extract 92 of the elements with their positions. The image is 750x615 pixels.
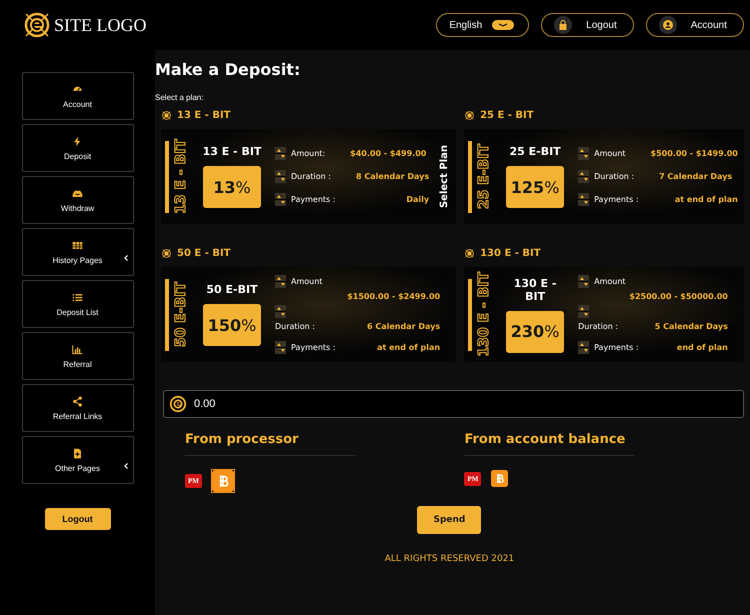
plan-name: 130 E - BIT bbox=[480, 248, 541, 259]
amount-label: Amount bbox=[594, 277, 626, 286]
payments-label: Payments : bbox=[291, 195, 336, 204]
sidebar-item[interactable]: Account bbox=[22, 72, 134, 120]
language-selector[interactable]: English bbox=[436, 13, 530, 37]
logo-text: SITE LOGO bbox=[54, 14, 146, 36]
arrows-icon bbox=[275, 193, 286, 206]
arrows-icon bbox=[578, 275, 590, 288]
section-heading: From processor bbox=[185, 432, 355, 456]
plan-card[interactable]: 130 E - BIT 130 E - BIT 230% Amount $2500.00 - $50000.00 Duration : 5 Calendar Days Payments : end of plan bbox=[464, 267, 744, 362]
page-title: Make a Deposit: bbox=[155, 60, 302, 79]
share-icon bbox=[72, 396, 83, 406]
logo-icon bbox=[22, 10, 52, 40]
rate-badge: 150% bbox=[203, 304, 261, 346]
arrows-icon bbox=[275, 275, 286, 288]
table-icon bbox=[72, 240, 83, 250]
spend-button[interactable]: Spend bbox=[417, 506, 482, 534]
amount-value: $1500.00 - $2499.00 bbox=[346, 292, 442, 301]
arrows-icon bbox=[578, 305, 590, 318]
arrows-icon bbox=[275, 341, 286, 354]
sidebar-item[interactable]: Deposit List bbox=[22, 280, 134, 328]
logout-button[interactable]: Logout bbox=[541, 13, 634, 37]
bitcoin-icon[interactable] bbox=[212, 470, 234, 492]
lightning-icon bbox=[72, 136, 83, 146]
amount-field[interactable]: 0.00 bbox=[163, 390, 744, 418]
payments-value: end of plan bbox=[676, 343, 729, 352]
duration-label: Duration : bbox=[578, 322, 618, 331]
plan-side-label: 50 E-BIT bbox=[173, 282, 189, 348]
arrows-icon bbox=[275, 305, 286, 318]
dropdown-toggle-icon bbox=[492, 20, 514, 30]
plan-title: 50 E-BIT bbox=[206, 283, 258, 296]
arrows-icon bbox=[578, 341, 590, 354]
emblem-icon bbox=[464, 110, 476, 121]
plan-name: 25 E - BIT bbox=[480, 110, 534, 121]
logout-button[interactable]: Logout bbox=[44, 508, 110, 530]
plan-side-label: 25 E-BIT bbox=[476, 144, 492, 210]
select-plan-label[interactable]: Select Plan bbox=[439, 144, 450, 208]
bar-chart-icon bbox=[72, 344, 83, 354]
sidebar-item[interactable]: Referral bbox=[22, 332, 134, 380]
payments-label: Payments : bbox=[594, 195, 639, 204]
amount-value: $2500.00 - $50000.00 bbox=[628, 292, 729, 301]
duration-value: 8 Calendar Days bbox=[356, 172, 430, 181]
amount-label: Amount: bbox=[291, 149, 326, 158]
plan-title: 25 E-BIT bbox=[509, 145, 561, 158]
amount-value: $40.00 - $499.00 bbox=[350, 149, 426, 158]
sidebar-item[interactable]: History Pages bbox=[22, 228, 134, 276]
amount-label: Amount bbox=[594, 149, 626, 158]
sidebar-item[interactable]: Referral Links bbox=[22, 384, 134, 432]
duration-value: 6 Calendar Days bbox=[366, 322, 442, 331]
list-icon bbox=[72, 292, 83, 302]
emblem-icon bbox=[161, 248, 172, 259]
rate-badge: 13% bbox=[203, 166, 261, 208]
arrows-icon bbox=[578, 193, 590, 206]
plan-side-label: 130 E - BIT bbox=[476, 272, 492, 357]
plan-side-label: 13 E - BIT bbox=[173, 139, 189, 214]
sidebar-item[interactable]: Deposit bbox=[22, 124, 134, 172]
user-icon bbox=[658, 16, 677, 34]
payments-value: at end of plan bbox=[674, 195, 738, 204]
payments-label: Payments : bbox=[594, 343, 639, 352]
footer-text: ALL RIGHTS RESERVED 2021 bbox=[384, 554, 516, 564]
arrows-icon bbox=[578, 170, 590, 183]
plan-name: 50 E - BIT bbox=[177, 248, 231, 259]
lock-icon bbox=[554, 16, 572, 34]
emblem-icon bbox=[464, 248, 476, 259]
account-button[interactable]: Account bbox=[646, 13, 744, 37]
rate-badge: 230% bbox=[506, 310, 564, 352]
amount-value: $500.00 - $1499.00 bbox=[650, 149, 738, 158]
bitcoin-icon[interactable] bbox=[491, 470, 508, 487]
file-plus-icon bbox=[72, 448, 83, 458]
duration-label: Duration : bbox=[291, 172, 331, 181]
amount-label: Amount bbox=[291, 277, 322, 286]
payments-label: Payments : bbox=[291, 343, 336, 352]
duration-value: 7 Calendar Days bbox=[659, 172, 732, 181]
arrows-icon bbox=[578, 147, 590, 160]
payments-value: at end of plan bbox=[377, 343, 442, 352]
sidebar-item[interactable]: Other Pages bbox=[22, 436, 134, 484]
duration-value: 5 Calendar Days bbox=[654, 322, 729, 331]
duration-label: Duration : bbox=[594, 172, 634, 181]
plan-card[interactable]: 25 E-BIT 25 E-BIT 125% Amount $500.00 - $1499.00 Duration : 7 Calendar Days Payments : at end of plan bbox=[464, 129, 744, 224]
arrows-icon bbox=[275, 170, 286, 183]
plan-hint: Select a plan: bbox=[155, 93, 204, 102]
section-heading: From account balance bbox=[464, 432, 634, 456]
plan-title: 13 E - BIT bbox=[202, 145, 262, 158]
plan-name: 13 E - BIT bbox=[177, 110, 231, 121]
sidebar-item[interactable]: Withdraw bbox=[22, 176, 134, 224]
plan-title: 130 E - BIT bbox=[512, 276, 558, 302]
duration-label: Duration : bbox=[275, 322, 315, 331]
payments-value: Daily bbox=[406, 195, 430, 204]
plan-card[interactable]: 50 E-BIT 50 E-BIT 150% Amount $1500.00 - $2499.00 Duration : 6 Calendar Days Payments : at end of plan bbox=[161, 267, 456, 362]
arrows-icon bbox=[275, 147, 286, 160]
emblem-icon bbox=[161, 110, 172, 121]
rate-badge: 125% bbox=[506, 166, 564, 208]
